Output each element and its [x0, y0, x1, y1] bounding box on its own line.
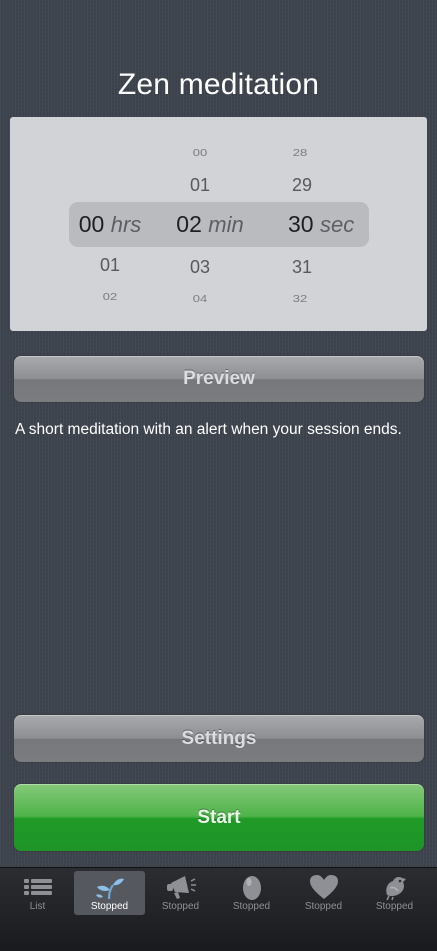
duration-picker[interactable]: 01 02 00 hrs 00 01 02 min 03 04 28 29 30… [10, 117, 427, 331]
tab-list[interactable]: List [2, 871, 73, 915]
seconds-column[interactable]: 28 29 30 sec 31 32 [280, 117, 370, 331]
tab-bird[interactable]: Stopped [359, 871, 430, 915]
minutes-selected-value: 02 [176, 211, 202, 237]
settings-button[interactable]: Settings [13, 714, 425, 763]
bird-icon [385, 877, 406, 901]
sprout-icon [95, 878, 124, 900]
hours-selected[interactable]: 00 hrs [55, 211, 165, 238]
egg-icon [242, 876, 261, 900]
seconds-item-above-1[interactable]: 29 [280, 175, 324, 196]
tab-sprout[interactable]: Stopped [74, 871, 145, 915]
tab-label: Stopped [304, 901, 343, 912]
seconds-unit-label: sec [319, 212, 355, 237]
tab-label: Stopped [232, 901, 271, 912]
preview-button[interactable]: Preview [13, 355, 425, 403]
hours-column[interactable]: 01 02 00 hrs [55, 117, 165, 331]
hours-item-below-1[interactable]: 01 [55, 255, 165, 276]
start-button[interactable]: Start [13, 783, 425, 852]
minutes-column[interactable]: 00 01 02 min 03 04 [150, 117, 270, 331]
minutes-item-above-2[interactable]: 00 [150, 147, 250, 158]
hours-selected-value: 00 [78, 211, 105, 237]
session-description: A short meditation with an alert when yo… [15, 421, 402, 438]
minutes-selected[interactable]: 02 min [150, 211, 270, 238]
minutes-item-below-1[interactable]: 03 [150, 257, 250, 278]
tab-label: Stopped [375, 901, 414, 912]
list-icon [23, 879, 52, 895]
seconds-selected[interactable]: 30 sec [288, 211, 378, 238]
seconds-item-below-1[interactable]: 31 [280, 257, 324, 278]
tab-label: Stopped [90, 901, 129, 912]
megaphone-icon [166, 876, 196, 899]
tab-label: List [29, 901, 46, 912]
minutes-item-above-1[interactable]: 01 [150, 175, 250, 196]
tab-heart[interactable]: Stopped [288, 871, 359, 915]
heart-icon [309, 875, 338, 899]
seconds-selected-value: 30 [288, 211, 314, 237]
minutes-unit-label: min [208, 212, 244, 237]
page-title: Zen meditation [117, 68, 320, 101]
hours-unit-label: hrs [110, 212, 142, 237]
minutes-item-below-2[interactable]: 04 [150, 293, 250, 304]
tab-egg[interactable]: Stopped [216, 871, 287, 915]
seconds-item-above-2[interactable]: 28 [280, 147, 320, 158]
seconds-item-below-2[interactable]: 32 [280, 293, 320, 304]
tab-bar: List Stopped Stopped Stopped Stopped Sto… [0, 867, 437, 951]
tab-megaphone[interactable]: Stopped [145, 871, 216, 915]
hours-item-below-2[interactable]: 02 [55, 291, 165, 302]
tab-label: Stopped [161, 901, 200, 912]
